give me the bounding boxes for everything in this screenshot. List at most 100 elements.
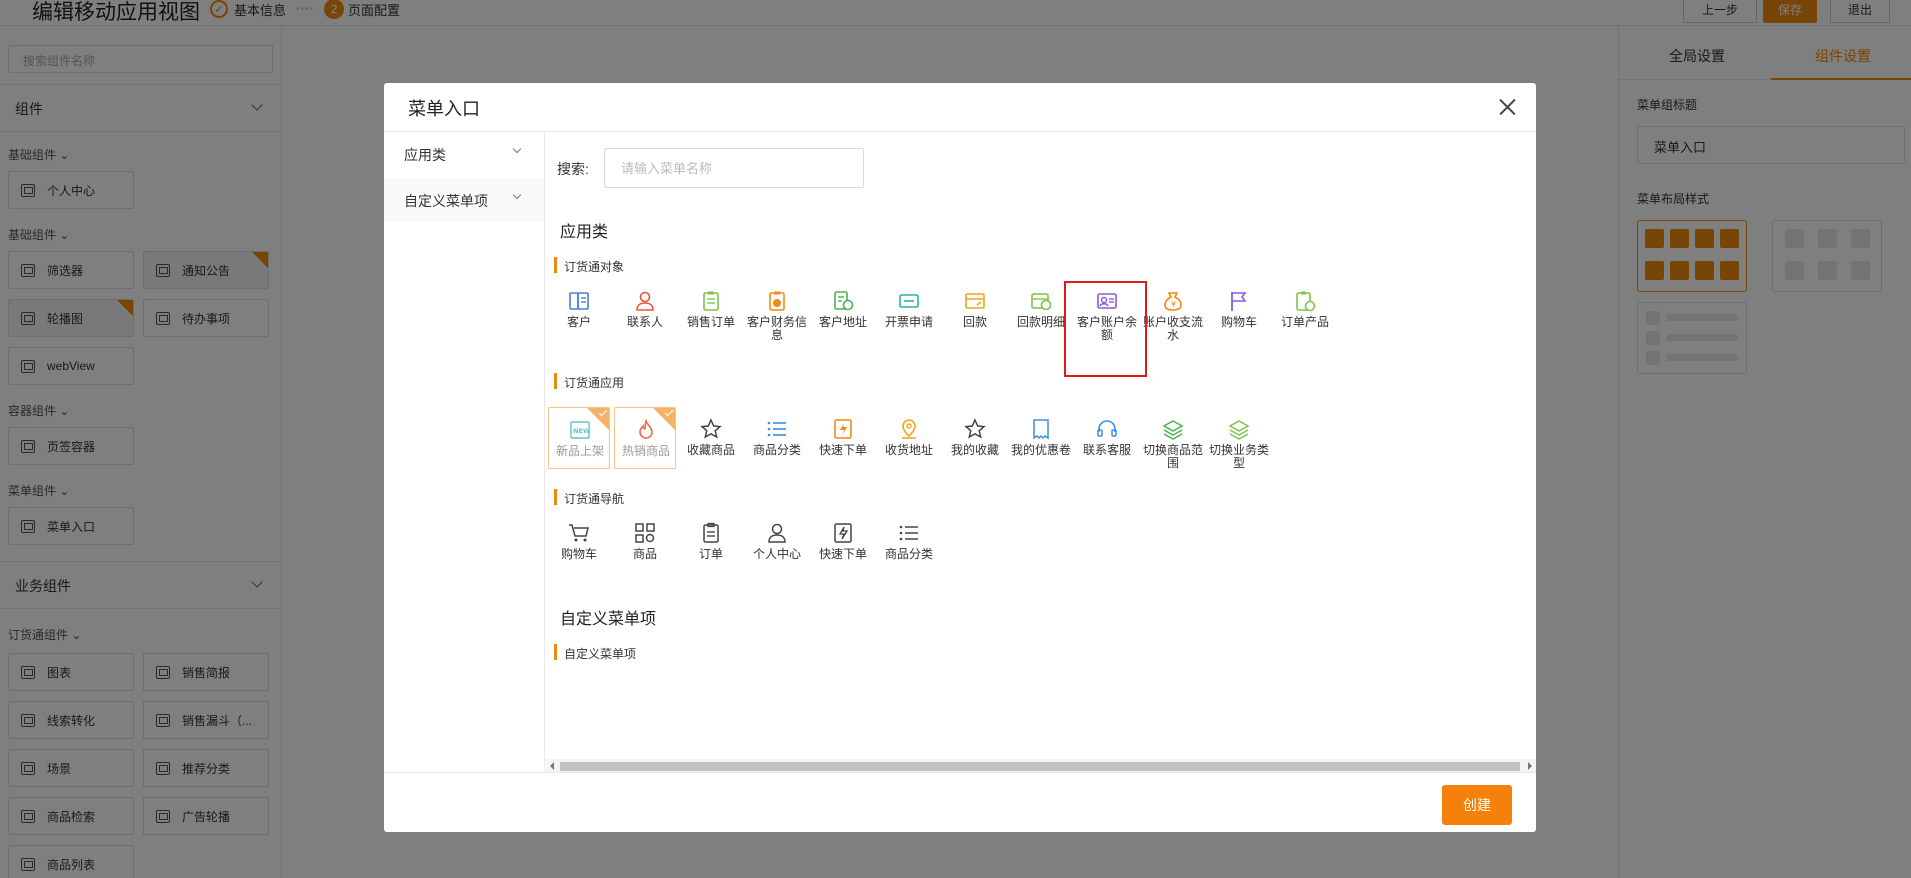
menu-item-objects-2[interactable]: 销售订单 xyxy=(680,279,742,341)
menu-item-apps-5[interactable]: 收货地址 xyxy=(878,407,940,469)
menu-item-label: 收货地址 xyxy=(884,443,933,457)
section-title-objects: 订货通对象 xyxy=(554,257,624,275)
sidebar-item-app-category[interactable]: 应用类 xyxy=(384,132,544,176)
list-outline-icon xyxy=(899,525,918,541)
star-icon xyxy=(700,418,722,439)
menu-item-objects-6[interactable]: 回款 xyxy=(944,279,1006,341)
headset-icon xyxy=(1097,420,1117,437)
menu-item-apps-8[interactable]: 联系客服 xyxy=(1076,407,1138,469)
dialog-sidebar: 应用类 自定义菜单项 xyxy=(384,132,545,772)
menu-item-label: 回款 xyxy=(962,315,987,329)
svg-text:¥: ¥ xyxy=(1171,300,1176,309)
chevron-down-icon xyxy=(512,190,522,200)
menu-item-apps-0[interactable]: NEW 新品上架 xyxy=(548,407,610,469)
order-product-icon xyxy=(1296,291,1316,312)
customer-icon xyxy=(569,292,589,310)
menu-item-label: 我的优惠卷 xyxy=(1010,443,1071,457)
menu-item-objects-1[interactable]: 联系人 xyxy=(614,279,676,341)
section-title-nav: 订货通导航 xyxy=(554,489,624,507)
horizontal-scrollbar[interactable] xyxy=(546,759,1536,773)
sidebar-item-label: 自定义菜单项 xyxy=(404,193,488,209)
menu-item-label: 新品上架 xyxy=(555,444,604,458)
payment-icon xyxy=(965,293,985,309)
category-title-app: 应用类 xyxy=(560,224,609,241)
menu-item-objects-0[interactable]: 客户 xyxy=(548,279,610,341)
sidebar-item-custom-menu[interactable]: 自定义菜单项 xyxy=(384,178,544,222)
menu-item-label: 回款明细 xyxy=(1016,315,1065,329)
menu-item-objects-11[interactable]: 订单产品 xyxy=(1274,279,1336,341)
contact-icon xyxy=(636,291,654,311)
menu-item-objects-3[interactable]: 客户财务信息 xyxy=(746,279,808,342)
layers-icon xyxy=(1162,420,1184,440)
grid-icon xyxy=(635,523,655,543)
menu-item-objects-5[interactable]: 开票申请 xyxy=(878,279,940,341)
quick-order-outline-icon xyxy=(834,523,852,543)
scroll-left-arrow-icon[interactable] xyxy=(550,762,554,770)
layers-alt-icon xyxy=(1228,420,1250,440)
menu-item-apps-2[interactable]: 收藏商品 xyxy=(680,407,742,469)
list-icon xyxy=(767,421,786,437)
invoice-icon xyxy=(899,294,919,308)
create-button[interactable]: 创建 xyxy=(1442,785,1512,825)
menu-item-label: 客户地址 xyxy=(818,315,867,329)
menu-item-apps-7[interactable]: 我的优惠卷 xyxy=(1010,407,1072,469)
menu-item-nav-0[interactable]: 购物车 xyxy=(548,511,610,573)
menu-item-apps-3[interactable]: 商品分类 xyxy=(746,407,808,469)
money-bag-icon: ¥ xyxy=(1164,292,1182,311)
menu-search-input[interactable] xyxy=(604,148,864,188)
coupon-icon xyxy=(1033,419,1049,440)
menu-item-objects-10[interactable]: 购物车 xyxy=(1208,279,1270,341)
menu-item-label: 订单产品 xyxy=(1280,315,1329,329)
finance-info-icon xyxy=(769,291,785,311)
menu-item-objects-9[interactable]: ¥ 账户收支流水 xyxy=(1142,279,1204,342)
flag-icon xyxy=(1231,292,1247,311)
quick-order-icon xyxy=(834,419,852,439)
cart-icon xyxy=(569,524,589,542)
menu-item-apps-10[interactable]: 切换业务类型 xyxy=(1208,407,1270,470)
selection-highlight-box xyxy=(1064,281,1147,377)
menu-item-objects-7[interactable]: 回款明细 xyxy=(1010,279,1072,341)
menu-item-nav-5[interactable]: 商品分类 xyxy=(878,511,940,573)
menu-item-label: 联系客服 xyxy=(1082,443,1131,457)
sidebar-item-label: 应用类 xyxy=(404,147,446,163)
menu-item-label: 联系人 xyxy=(626,315,663,329)
menu-item-apps-9[interactable]: 切换商品范围 xyxy=(1142,407,1204,470)
menu-item-objects-4[interactable]: 客户地址 xyxy=(812,279,874,341)
menu-item-label: 收藏商品 xyxy=(686,443,735,457)
menu-item-nav-1[interactable]: 商品 xyxy=(614,511,676,573)
search-label: 搜索: xyxy=(557,161,589,177)
menu-item-apps-1[interactable]: 热销商品 xyxy=(614,407,676,469)
menu-item-label: 客户财务信息 xyxy=(746,315,807,342)
sales-order-icon xyxy=(703,291,719,311)
menu-item-apps-4[interactable]: 快速下单 xyxy=(812,407,874,469)
dialog-footer: 创建 xyxy=(384,772,1536,832)
menu-item-nav-3[interactable]: 个人中心 xyxy=(746,511,808,573)
menu-item-label: 购物车 xyxy=(1220,315,1257,329)
close-icon[interactable] xyxy=(1492,92,1522,122)
menu-item-label: 购物车 xyxy=(560,547,597,561)
menu-item-apps-6[interactable]: 我的收藏 xyxy=(944,407,1006,469)
dialog-title: 菜单入口 xyxy=(408,99,480,119)
user-icon xyxy=(768,523,786,543)
category-title-custom: 自定义菜单项 xyxy=(560,611,657,628)
menu-item-label: 账户收支流水 xyxy=(1142,315,1203,342)
menu-item-nav-2[interactable]: 订单 xyxy=(680,511,742,573)
menu-item-label: 我的收藏 xyxy=(950,443,999,457)
menu-item-label: 销售订单 xyxy=(686,315,735,329)
menu-item-label: 切换业务类型 xyxy=(1208,443,1269,470)
menu-item-label: 商品 xyxy=(632,547,657,561)
scroll-right-arrow-icon[interactable] xyxy=(1528,762,1532,770)
clipboard-icon xyxy=(703,522,719,543)
chevron-down-icon xyxy=(512,144,522,154)
menu-item-label: 个人中心 xyxy=(752,547,801,561)
menu-entry-dialog: 菜单入口 应用类 自定义菜单项 搜索: 应用类 订货通对象 客户联系人销售订单客… xyxy=(384,83,1536,832)
menu-item-label: 开票申请 xyxy=(884,315,933,329)
menu-item-label: 热销商品 xyxy=(621,444,670,458)
menu-item-label: 客户 xyxy=(566,315,591,329)
scrollbar-thumb[interactable] xyxy=(560,762,1520,771)
menu-item-label: 商品分类 xyxy=(752,443,801,457)
menu-item-label: 快速下单 xyxy=(818,547,867,561)
address-doc-icon xyxy=(834,291,854,311)
menu-item-nav-4[interactable]: 快速下单 xyxy=(812,511,874,573)
location-pin-icon xyxy=(902,419,916,439)
